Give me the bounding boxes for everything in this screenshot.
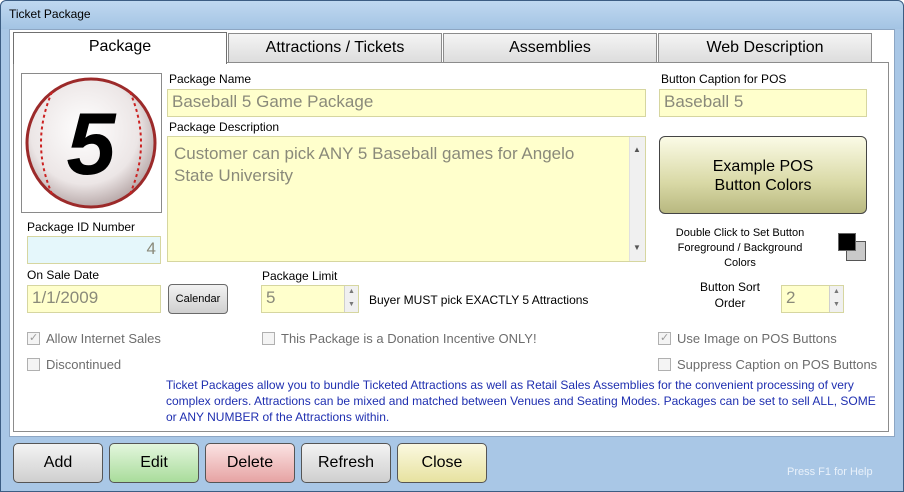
checkbox-checked-icon <box>658 331 671 345</box>
package-limit-value: 5 <box>266 288 276 307</box>
tab-package[interactable]: Package <box>13 32 227 64</box>
package-image[interactable]: 5 <box>21 73 162 213</box>
example-pos-button[interactable]: Example POS Button Colors <box>659 136 867 214</box>
button-caption-field[interactable]: Baseball 5 <box>659 89 867 117</box>
scroll-up-icon[interactable]: ▲ <box>633 139 641 161</box>
package-description-field[interactable]: Customer can pick ANY 5 Baseball games f… <box>167 136 646 262</box>
checkbox-icon <box>27 358 40 371</box>
stepper-up-icon[interactable]: ▲ <box>345 286 358 299</box>
checkbox-icon <box>262 332 275 345</box>
sort-order-stepper[interactable]: ▲ ▼ <box>829 286 843 312</box>
use-image-checkbox[interactable]: Use Image on POS Buttons <box>658 331 837 346</box>
stepper-up-icon[interactable]: ▲ <box>830 286 843 299</box>
on-sale-date-label: On Sale Date <box>27 268 100 282</box>
on-sale-date-field[interactable]: 1/1/2009 <box>27 285 161 313</box>
package-image-number: 5 <box>67 94 117 193</box>
ticket-package-window: Ticket Package Package Attractions / Tic… <box>0 0 904 492</box>
use-image-label: Use Image on POS Buttons <box>677 331 837 346</box>
stepper-down-icon[interactable]: ▼ <box>830 299 843 312</box>
sort-order-field[interactable]: 2 ▲ ▼ <box>781 285 844 313</box>
discontinued-label: Discontinued <box>46 357 122 372</box>
checkbox-checked-icon <box>27 331 40 345</box>
window-title: Ticket Package <box>9 7 91 21</box>
package-name-field[interactable]: Baseball 5 Game Package <box>167 89 646 117</box>
checkbox-icon <box>658 358 671 371</box>
delete-button[interactable]: Delete <box>205 443 295 483</box>
description-scrollbar[interactable]: ▲ ▼ <box>629 137 645 261</box>
package-tab-panel: 5 Package Name Baseball 5 Game Package P… <box>13 62 889 432</box>
client-area: Package Attractions / Tickets Assemblies… <box>9 29 895 437</box>
tab-attractions-tickets[interactable]: Attractions / Tickets <box>228 33 442 63</box>
package-id-label: Package ID Number <box>27 220 136 234</box>
scroll-down-icon[interactable]: ▼ <box>633 237 641 259</box>
help-hint: Press F1 for Help <box>787 466 873 478</box>
baseball-icon: 5 <box>25 77 157 209</box>
package-limit-label: Package Limit <box>262 269 338 283</box>
color-swatch-icon[interactable] <box>836 231 868 263</box>
example-pos-button-label: Example POS Button Colors <box>712 158 814 194</box>
package-id-field[interactable]: 4 <box>27 236 161 264</box>
package-description-text: Customer can pick ANY 5 Baseball games f… <box>174 144 575 185</box>
refresh-button[interactable]: Refresh <box>301 443 391 483</box>
tab-assemblies[interactable]: Assemblies <box>443 33 657 63</box>
title-bar[interactable]: Ticket Package <box>1 1 903 29</box>
package-limit-hint: Buyer MUST pick EXACTLY 5 Attractions <box>369 293 589 307</box>
discontinued-checkbox[interactable]: Discontinued <box>27 357 121 372</box>
sort-order-label: Button Sort Order <box>699 280 761 310</box>
calendar-button[interactable]: Calendar <box>168 284 228 314</box>
info-text: Ticket Packages allow you to bundle Tick… <box>166 378 876 424</box>
add-button[interactable]: Add <box>13 443 103 483</box>
allow-internet-checkbox[interactable]: Allow Internet Sales <box>27 331 161 346</box>
package-name-label: Package Name <box>169 72 252 86</box>
tab-web-description[interactable]: Web Description <box>658 33 872 63</box>
tab-strip: Package Attractions / Tickets Assemblies… <box>13 32 873 64</box>
suppress-caption-checkbox[interactable]: Suppress Caption on POS Buttons <box>658 357 877 372</box>
close-button[interactable]: Close <box>397 443 487 483</box>
sort-order-value: 2 <box>786 288 796 307</box>
donation-label: This Package is a Donation Incentive ONL… <box>281 331 537 346</box>
package-limit-field[interactable]: 5 ▲ ▼ <box>261 285 359 313</box>
button-caption-label: Button Caption for POS <box>661 72 787 86</box>
edit-button[interactable]: Edit <box>109 443 199 483</box>
package-description-label: Package Description <box>169 120 280 134</box>
suppress-caption-label: Suppress Caption on POS Buttons <box>677 357 878 372</box>
allow-internet-label: Allow Internet Sales <box>46 331 161 346</box>
donation-checkbox[interactable]: This Package is a Donation Incentive ONL… <box>262 331 537 346</box>
package-limit-stepper[interactable]: ▲ ▼ <box>344 286 358 312</box>
stepper-down-icon[interactable]: ▼ <box>345 299 358 312</box>
color-hint-text: Double Click to Set Button Foreground / … <box>675 227 805 269</box>
